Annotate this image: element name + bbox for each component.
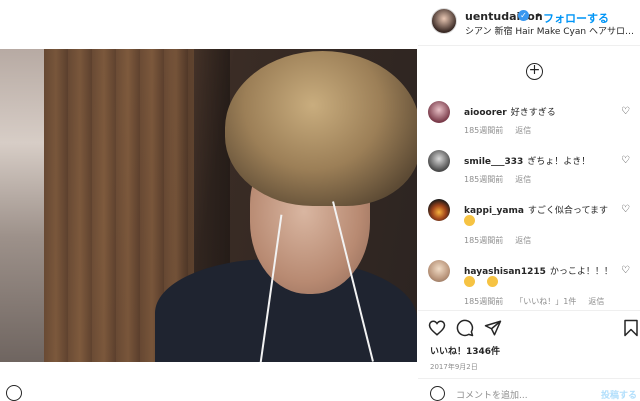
post-photo[interactable] bbox=[0, 49, 417, 362]
smile-icon[interactable] bbox=[430, 386, 445, 401]
comment-user[interactable]: aiooorer bbox=[464, 108, 507, 118]
profile-icon[interactable] bbox=[6, 385, 22, 401]
comment-text: smile___333 ぎちょ！よき！ bbox=[464, 154, 590, 167]
comment-input[interactable]: コメントを追加... bbox=[456, 388, 528, 401]
username[interactable]: uentudaikon bbox=[465, 10, 543, 23]
comment-emoji-row bbox=[464, 215, 487, 226]
actions-divider bbox=[418, 310, 640, 311]
comment-body: ぎちょ！よき！ bbox=[527, 157, 591, 167]
comment-avatar[interactable] bbox=[428, 101, 450, 123]
reply-button[interactable]: 返信 bbox=[515, 175, 531, 184]
comment-icon[interactable] bbox=[456, 319, 474, 337]
post-date: 2017年9月2日 bbox=[430, 363, 478, 371]
heart-icon[interactable]: ♡ bbox=[621, 205, 631, 215]
photo-hair bbox=[225, 51, 417, 206]
comment-likes[interactable]: 「いいね！」1件 bbox=[515, 297, 576, 306]
separator-dot: • bbox=[535, 9, 542, 22]
comment-meta: 185週間前 返信 bbox=[464, 125, 543, 136]
heart-icon[interactable]: ♡ bbox=[621, 266, 631, 276]
comment-time: 185週間前 bbox=[464, 297, 504, 306]
comment-body: かっこよ！！！ bbox=[549, 267, 613, 277]
comment-item: aiooorer 好きすぎる 185週間前 返信 ♡ bbox=[428, 101, 640, 141]
heart-icon[interactable] bbox=[428, 319, 446, 337]
emoji-icon bbox=[487, 276, 498, 287]
reply-button[interactable]: 返信 bbox=[515, 236, 531, 245]
reply-button[interactable]: 返信 bbox=[588, 297, 604, 306]
comment-meta: 185週間前 「いいね！」1件 返信 bbox=[464, 296, 616, 307]
comment-avatar[interactable] bbox=[428, 150, 450, 172]
bookmark-icon[interactable] bbox=[622, 319, 640, 337]
comment-emoji-row bbox=[464, 276, 510, 287]
photo-wall bbox=[0, 49, 44, 362]
comment-item: kappi_yama すごく似合ってます 185週間前 返信 ♡ bbox=[428, 199, 640, 247]
comment-item: smile___333 ぎちょ！よき！ 185週間前 返信 ♡ bbox=[428, 150, 640, 190]
post-button[interactable]: 投稿する bbox=[601, 388, 637, 401]
comment-meta: 185週間前 返信 bbox=[464, 174, 543, 185]
plus-circle-icon[interactable]: + bbox=[526, 63, 543, 80]
header-divider bbox=[418, 45, 640, 46]
emoji-icon bbox=[464, 215, 475, 226]
like-count[interactable]: いいね！1346件 bbox=[430, 344, 500, 357]
comment-time: 185週間前 bbox=[464, 175, 504, 184]
heart-icon[interactable]: ♡ bbox=[621, 107, 631, 117]
comment-avatar[interactable] bbox=[428, 260, 450, 282]
comment-time: 185週間前 bbox=[464, 236, 504, 245]
heart-icon[interactable]: ♡ bbox=[621, 156, 631, 166]
comment-item: hayashisan1215 かっこよ！！！ 185週間前 「いいね！」1件 返信 ♡ bbox=[428, 260, 640, 308]
comment-body: すごく似合ってます bbox=[527, 206, 609, 216]
comment-meta: 185週間前 返信 bbox=[464, 235, 543, 246]
reply-button[interactable]: 返信 bbox=[515, 126, 531, 135]
comment-time: 185週間前 bbox=[464, 126, 504, 135]
comment-user[interactable]: smile___333 bbox=[464, 157, 523, 167]
bottom-divider bbox=[418, 378, 640, 379]
share-icon[interactable] bbox=[484, 319, 502, 337]
comment-avatar[interactable] bbox=[428, 199, 450, 221]
emoji-icon bbox=[464, 276, 475, 287]
verified-badge-icon: ✓ bbox=[518, 10, 529, 21]
comment-body: 好きすぎる bbox=[510, 108, 556, 118]
location-subtitle[interactable]: シアン 新宿 Hair Make Cyan ヘアサロン 美容... bbox=[465, 24, 640, 37]
avatar[interactable] bbox=[431, 8, 457, 34]
comment-text: aiooorer 好きすぎる bbox=[464, 105, 556, 118]
